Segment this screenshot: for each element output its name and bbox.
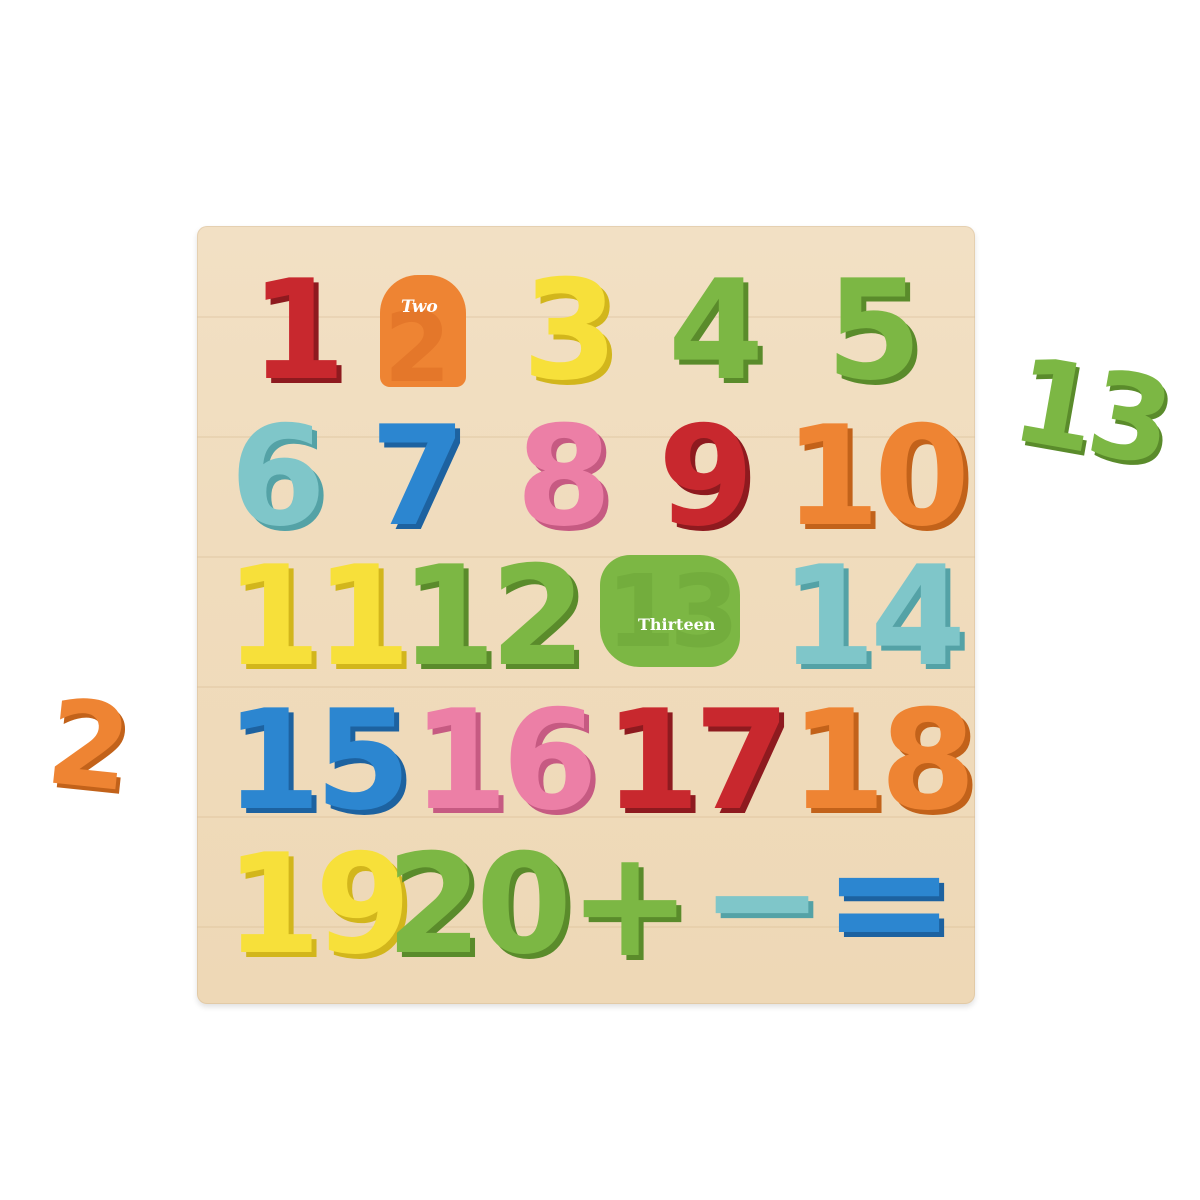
puzzle-piece-19[interactable]: 19 (225, 836, 411, 974)
puzzle-piece-8[interactable]: 8 (516, 408, 612, 546)
puzzle-piece-15[interactable]: 15 (225, 692, 411, 830)
puzzle-piece-1[interactable]: 1 (250, 262, 346, 400)
puzzle-piece-11[interactable]: 11 (225, 548, 411, 686)
puzzle-piece-10[interactable]: 10 (784, 408, 970, 546)
puzzle-piece-plus[interactable]: + (568, 830, 692, 978)
puzzle-piece-minus[interactable]: − (700, 826, 824, 974)
puzzle-piece-14[interactable]: 14 (780, 548, 966, 686)
puzzle-piece-17[interactable]: 17 (604, 692, 790, 830)
slot-shape-thirteen: 13 (606, 553, 739, 670)
puzzle-piece-16[interactable]: 16 (412, 692, 598, 830)
puzzle-piece-3[interactable]: 3 (522, 262, 618, 400)
loose-piece-13[interactable]: 13 (1003, 330, 1177, 492)
puzzle-piece-4[interactable]: 4 (668, 262, 764, 400)
puzzle-piece-12[interactable]: 12 (400, 548, 586, 686)
product-photo: 1 2 Two 3 4 5 6 7 8 9 10 11 12 13 Thirte… (0, 0, 1200, 1200)
puzzle-piece-9[interactable]: 9 (658, 408, 754, 546)
puzzle-piece-5[interactable]: 5 (826, 262, 922, 400)
slot-label-thirteen: Thirteen (638, 615, 716, 634)
slot-label-two: Two (401, 297, 438, 317)
puzzle-piece-20[interactable]: 20 (386, 836, 572, 974)
puzzle-piece-7[interactable]: 7 (370, 408, 466, 546)
puzzle-piece-6[interactable]: 6 (230, 408, 326, 546)
puzzle-piece-equals[interactable]: = (822, 820, 956, 980)
loose-piece-2[interactable]: 2 (41, 672, 131, 817)
